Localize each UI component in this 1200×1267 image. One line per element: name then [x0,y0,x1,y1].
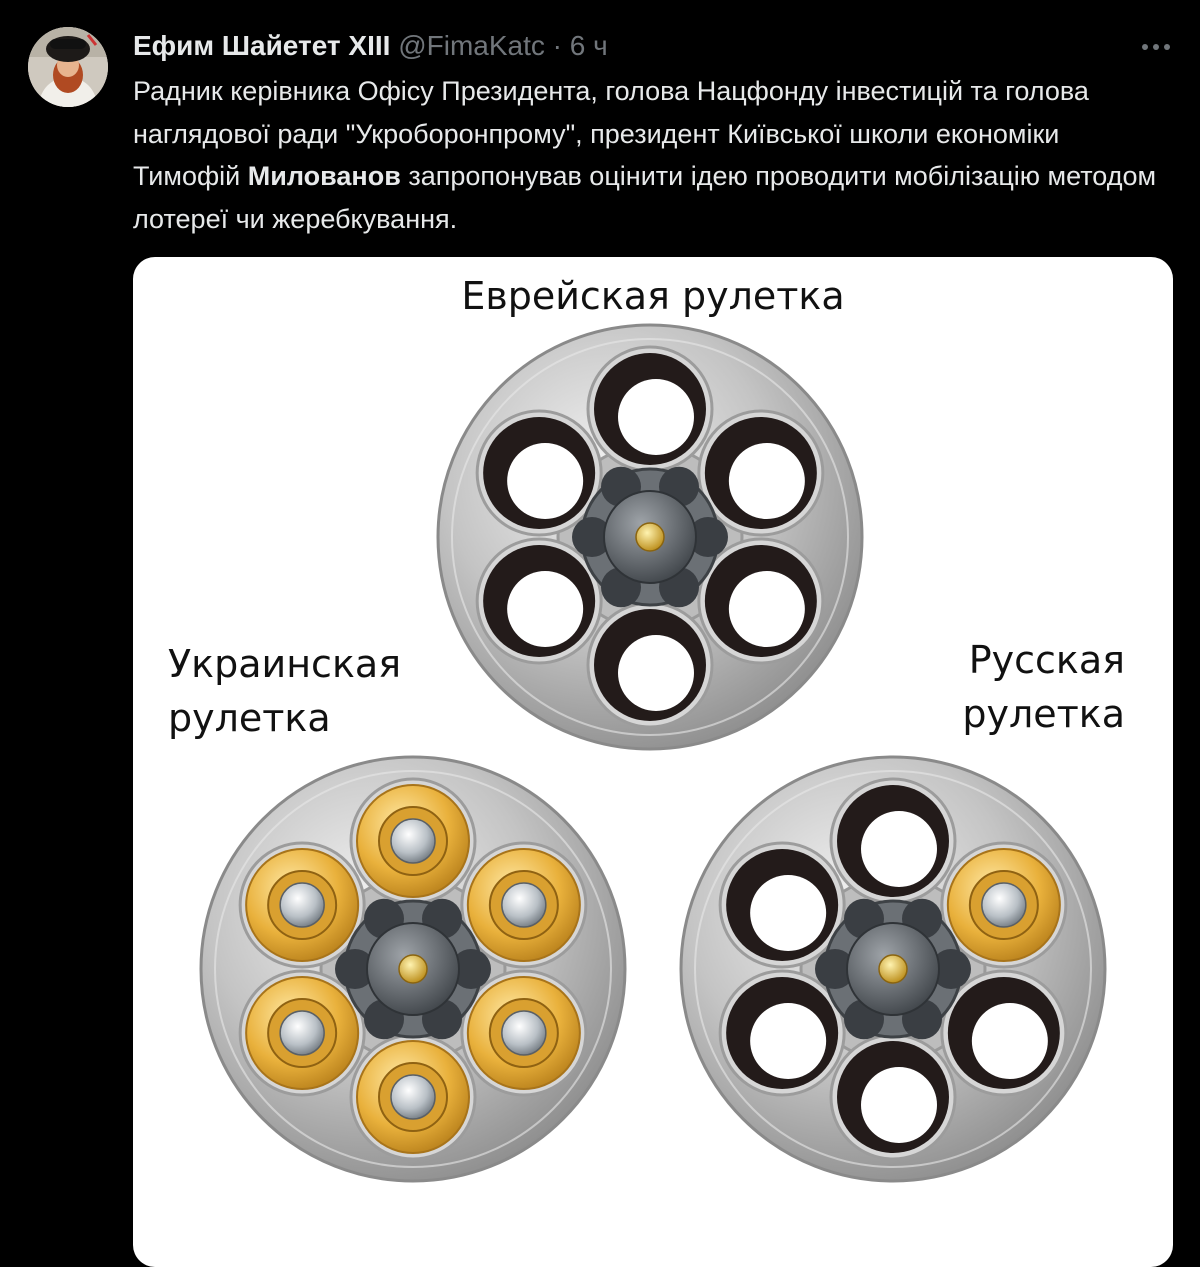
chamber-empty [829,777,957,905]
caption-ukrainian-line1: Украинская [168,642,402,686]
tweet-image[interactable]: Еврейская рулетка Украинская рулетка Рус… [133,257,1173,1267]
caption-russian-line1: Русская [968,638,1125,682]
tweet-header: Ефим Шайетет XIII @FimaKatc · 6 ч [133,26,608,66]
caption-russian-line2: рулетка [962,692,1125,736]
cylinder-russian [679,755,1107,1183]
author-name[interactable]: Ефим Шайетет XIII [133,30,390,61]
more-dots-icon[interactable] [1136,32,1176,62]
chamber-empty [718,841,846,969]
chamber-empty [718,969,846,1097]
chamber-loaded [940,841,1068,969]
chamber-loaded [238,841,366,969]
chamber-empty [586,345,714,473]
chamber-empty [475,409,603,537]
avatar-image [28,27,108,107]
cylinder-ukrainian [199,755,627,1183]
chamber-loaded [349,777,477,905]
caption-jewish-roulette: Еврейская рулетка [461,274,845,318]
post-time[interactable]: 6 ч [570,30,608,61]
avatar[interactable] [28,27,108,107]
chamber-empty [697,409,825,537]
caption-ukrainian-line2: рулетка [168,696,331,740]
separator-dot: · [552,30,562,61]
roulette-cylinders [199,323,1107,1183]
author-handle[interactable]: @FimaKatc [398,30,545,61]
caption-russian-roulette: Русская рулетка [962,633,1125,741]
chamber-empty [586,601,714,729]
chamber-loaded [460,969,588,1097]
chamber-loaded [238,969,366,1097]
chamber-empty [829,1033,957,1161]
chamber-empty [475,537,603,665]
tweet-text-bold[interactable]: Милованов [248,161,401,191]
chamber-loaded [460,841,588,969]
cylinder-jewish [436,323,864,751]
caption-ukrainian-roulette: Украинская рулетка [168,637,401,745]
tweet-text: Радник керівника Офісу Президента, голов… [133,70,1173,240]
chamber-empty [940,969,1068,1097]
chamber-loaded [349,1033,477,1161]
chamber-empty [697,537,825,665]
